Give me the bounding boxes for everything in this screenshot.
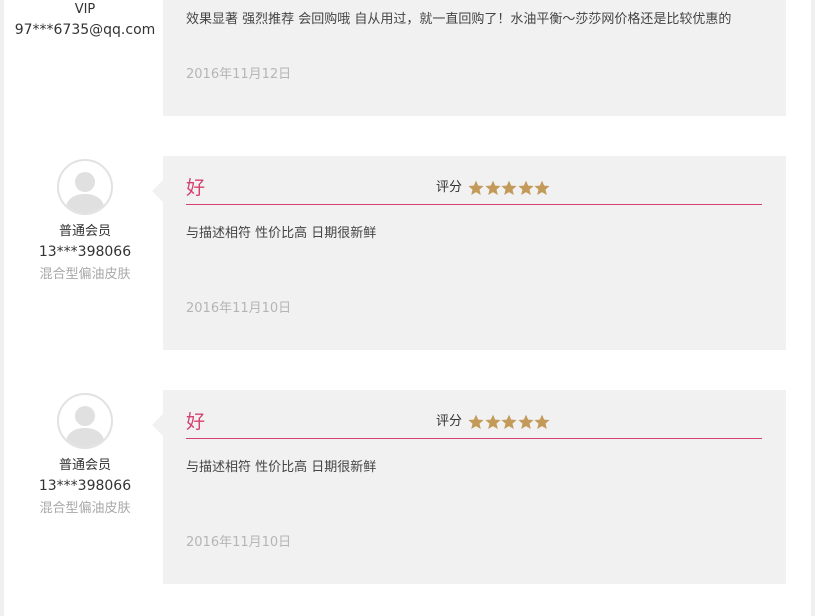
review-box: 效果显著 强烈推荐 会回购哦 自从用过，就一直回购了！水油平衡～莎莎网价格还是比… xyxy=(163,0,786,116)
avatar-person-icon xyxy=(65,406,105,447)
review-content: 效果显著 强烈推荐 会回购哦 自从用过，就一直回购了！水油平衡～莎莎网价格还是比… xyxy=(186,12,732,27)
review-title: 好 xyxy=(186,177,206,199)
review-user: 普通会员 13***398066 混合型偏油皮肤 xyxy=(0,159,170,285)
user-skin-type: 混合型偏油皮肤 xyxy=(39,501,131,516)
star-icon xyxy=(484,414,501,429)
user-avatar xyxy=(57,159,113,215)
avatar-person-icon xyxy=(65,172,105,213)
review-content: 与描述相符 性价比高 日期很新鲜 xyxy=(186,226,377,241)
review-rating: 评分 xyxy=(436,413,551,431)
review-user: 普通会员 13***398066 混合型偏油皮肤 xyxy=(0,393,170,519)
user-id: 97***6735@qq.com xyxy=(14,22,156,38)
star-icon xyxy=(517,414,534,429)
review-header: 好 评分 xyxy=(186,176,762,205)
star-icon xyxy=(484,180,501,195)
user-id: 13***398066 xyxy=(38,478,132,494)
review-rating: 评分 xyxy=(436,179,551,197)
star-icon xyxy=(468,180,484,195)
box-pointer xyxy=(152,180,163,202)
star-icon xyxy=(501,180,517,195)
rating-label: 评分 xyxy=(436,180,463,195)
user-level: 普通会员 xyxy=(58,224,111,239)
star-icon xyxy=(517,180,534,195)
rating-label: 评分 xyxy=(436,414,463,429)
user-id: 13***398066 xyxy=(38,244,132,260)
review-content: 与描述相符 性价比高 日期很新鲜 xyxy=(186,460,377,475)
review-title: 好 xyxy=(186,411,206,433)
right-border xyxy=(811,0,815,616)
star-icon xyxy=(501,414,517,429)
review-header: 好 评分 xyxy=(186,410,762,439)
star-icon xyxy=(468,414,484,429)
user-skin-type: 混合型偏油皮肤 xyxy=(39,267,131,282)
user-level: 普通会员 xyxy=(58,458,111,473)
left-border xyxy=(0,0,4,616)
review-box: 好 评分 与描述相符 性价比高 日期很新鲜 2016年11月10日 xyxy=(152,156,786,350)
star-icon xyxy=(534,180,550,195)
user-avatar xyxy=(57,393,113,449)
review-date: 2016年11月10日 xyxy=(186,535,292,550)
review-box: 好 评分 与描述相符 性价比高 日期很新鲜 2016年11月10日 xyxy=(152,390,786,584)
reviews-page: VIP 97***6735@qq.com 效果显著 强烈推荐 会回购哦 自从用过… xyxy=(0,0,815,616)
star-icon xyxy=(534,414,550,429)
review-user: VIP 97***6735@qq.com xyxy=(0,0,170,40)
box-pointer xyxy=(152,414,163,436)
user-level: VIP xyxy=(74,2,96,17)
review-date: 2016年11月12日 xyxy=(186,67,292,82)
review-date: 2016年11月10日 xyxy=(186,301,292,316)
